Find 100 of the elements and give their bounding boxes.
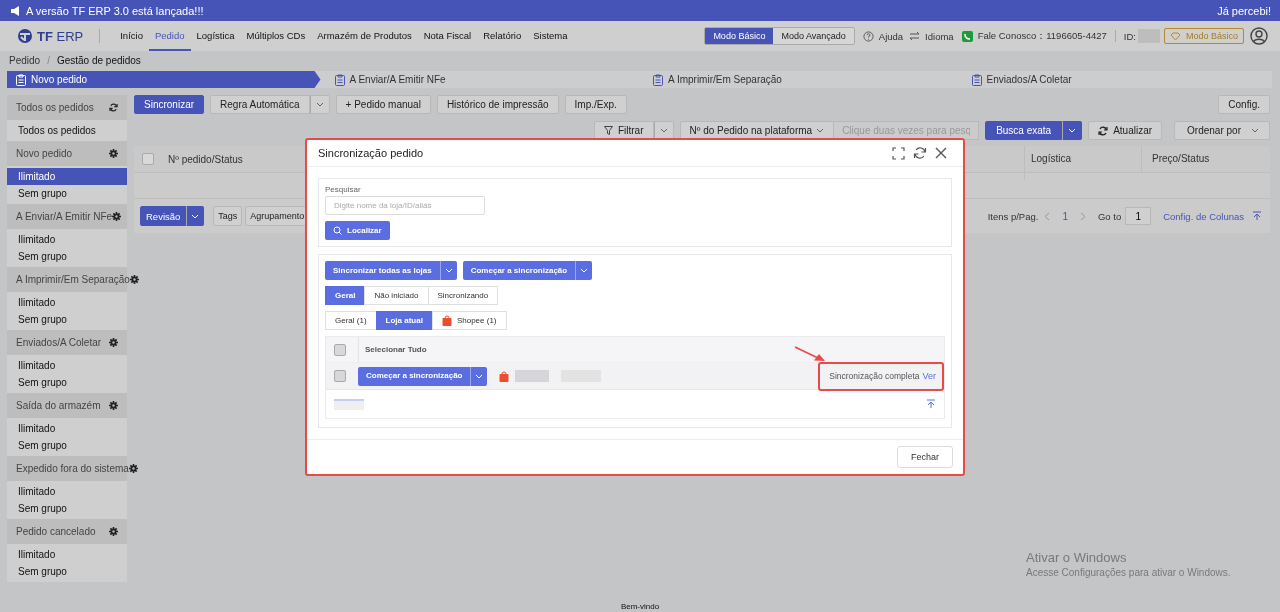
dialog-title: Sincronização pedido: [318, 147, 424, 159]
sync-button[interactable]: Sincronizar: [134, 95, 205, 114]
checkbox[interactable]: [142, 153, 154, 165]
help-link[interactable]: Ajuda: [878, 30, 904, 42]
find-button[interactable]: Localizar: [325, 221, 390, 240]
settings-icon[interactable]: [109, 149, 118, 158]
clipboard-icon: [653, 73, 663, 86]
view-link[interactable]: Ver: [922, 363, 936, 389]
sidebar-item[interactable]: Sem grupo: [7, 563, 127, 580]
page-size-label: Itens p/Pag.: [987, 210, 1039, 222]
progress-step[interactable]: Novo pedido: [7, 71, 321, 88]
sidebar-item[interactable]: Sem grupo: [7, 185, 127, 202]
nav-item[interactable]: Relatório: [477, 21, 528, 51]
sidebar-group-header[interactable]: Enviados/A Coletar: [7, 330, 127, 355]
toolbar-button[interactable]: + Pedido manual: [335, 95, 431, 114]
store-tab[interactable]: Geral (1): [325, 311, 377, 330]
back-to-top-icon[interactable]: [926, 399, 936, 409]
sidebar-item[interactable]: Ilimitado: [7, 168, 127, 185]
nav-item[interactable]: Nota Fiscal: [417, 21, 478, 51]
status-tab[interactable]: Sincronizando: [427, 286, 499, 305]
sidebar-item[interactable]: Sem grupo: [7, 500, 127, 517]
sidebar-group-header[interactable]: Todos os pedidos: [7, 95, 127, 120]
store-search-field[interactable]: Digite nome da loja/ID/aliás: [325, 196, 485, 215]
sidebar-group-header[interactable]: Pedido cancelado: [7, 519, 127, 544]
column-header: Logística: [1024, 145, 1141, 180]
toolbar-button[interactable]: Histórico de impressão: [436, 95, 559, 114]
sidebar-group-header[interactable]: Novo pedido: [7, 141, 127, 166]
exact-search-button[interactable]: Busca exata: [985, 121, 1063, 140]
sidebar-item[interactable]: Todos os pedidos: [7, 122, 127, 139]
language-link[interactable]: Idioma: [925, 30, 954, 42]
nav-item[interactable]: Início: [114, 21, 149, 51]
sync-action-button[interactable]: Começar a sincronização: [462, 261, 576, 280]
breadcrumb-item: Gestão de pedidos: [56, 55, 141, 66]
column-settings-link[interactable]: Config. de Colunas: [1163, 210, 1244, 222]
activation-text: Acesse Configurações para ativar o Windows.: [1026, 567, 1231, 578]
sidebar-item[interactable]: Ilimitado: [7, 546, 127, 563]
status-tab[interactable]: Não iniciado: [364, 286, 429, 305]
settings-icon[interactable]: [109, 401, 118, 410]
nav-item[interactable]: Logística: [190, 21, 241, 51]
refresh-icon[interactable]: [109, 103, 118, 112]
logo-icon: [17, 28, 33, 44]
dropdown-button[interactable]: [470, 366, 488, 386]
page-number[interactable]: 1: [1062, 210, 1068, 222]
sidebar-item[interactable]: Ilimitado: [7, 483, 127, 500]
checkbox[interactable]: [334, 370, 346, 382]
dropdown-button[interactable]: [186, 206, 205, 226]
sidebar-item[interactable]: Sem grupo: [7, 311, 127, 328]
refresh-icon[interactable]: [913, 146, 927, 160]
settings-icon[interactable]: [109, 527, 118, 536]
sidebar-item[interactable]: Ilimitado: [7, 420, 127, 437]
page-input[interactable]: 1: [1125, 207, 1152, 225]
rule-button[interactable]: Regra Automática: [210, 95, 310, 114]
breadcrumb-item[interactable]: Pedido: [9, 55, 41, 66]
settings-icon[interactable]: [128, 464, 138, 473]
nav-item[interactable]: Pedido: [148, 21, 191, 51]
redacted-block: [515, 370, 550, 382]
sidebar-group-header[interactable]: Saída do armazém: [7, 393, 127, 418]
column-header: Preço/Status: [1141, 146, 1270, 172]
store-tab[interactable]: Shopee (1): [431, 311, 507, 330]
close-button[interactable]: Fechar: [897, 446, 953, 468]
dropdown-button[interactable]: [1062, 121, 1083, 140]
nav-item[interactable]: Armazém de Produtos: [311, 21, 418, 51]
config-button[interactable]: Config.: [1218, 95, 1270, 114]
fullscreen-icon[interactable]: [892, 146, 905, 160]
sidebar-item[interactable]: Ilimitado: [7, 357, 127, 374]
mode-toggle[interactable]: Modo Básico: [705, 28, 774, 44]
contact-text: Fale Conosco：1196605-4427: [977, 29, 1107, 43]
sidebar-item[interactable]: Ilimitado: [7, 294, 127, 311]
toolbar-button[interactable]: Imp./Exp.: [564, 95, 627, 114]
avatar-icon[interactable]: [1250, 27, 1268, 45]
nav-item[interactable]: Múltiplos CDs: [240, 21, 312, 51]
caret-icon: [191, 213, 200, 219]
shopping-bag-icon: [441, 315, 452, 326]
sort-select[interactable]: Ordenar por: [1174, 121, 1270, 140]
settings-icon[interactable]: [109, 338, 118, 347]
close-icon[interactable]: [935, 147, 947, 159]
sidebar-item[interactable]: Ilimitado: [7, 231, 127, 248]
nav-item[interactable]: Sistema: [527, 21, 574, 51]
sync-action-button[interactable]: Sincronizar todas as lojas: [325, 261, 440, 280]
settings-icon[interactable]: [112, 212, 122, 221]
store-tab[interactable]: Loja atual: [375, 311, 433, 330]
status-tab[interactable]: Geral: [325, 286, 366, 305]
refresh-icon: [1098, 125, 1109, 136]
checkbox[interactable]: [334, 343, 346, 356]
sidebar-item[interactable]: Sem grupo: [7, 437, 127, 454]
refresh-button[interactable]: Atualizar: [1088, 121, 1163, 140]
tags-button[interactable]: Tags: [213, 206, 243, 226]
dropdown-button[interactable]: [575, 261, 593, 280]
group-title: Novo pedido: [16, 148, 73, 159]
start-sync-button[interactable]: Começar a sincronização: [358, 366, 471, 386]
sidebar-item[interactable]: Sem grupo: [7, 248, 127, 265]
mode-toggle[interactable]: Modo Avançado: [773, 28, 854, 44]
settings-icon[interactable]: [129, 275, 139, 284]
sidebar-group-header[interactable]: A Enviar/A Emitir NFe: [7, 204, 127, 229]
review-button[interactable]: Revisão: [140, 206, 187, 226]
dismiss-link[interactable]: Já percebi!: [1217, 4, 1271, 17]
select-all-label: Selecionar Tudo: [358, 337, 427, 362]
help-icon: [862, 30, 874, 42]
sidebar-item[interactable]: Sem grupo: [7, 374, 127, 391]
back-to-top-icon[interactable]: [1252, 211, 1262, 221]
